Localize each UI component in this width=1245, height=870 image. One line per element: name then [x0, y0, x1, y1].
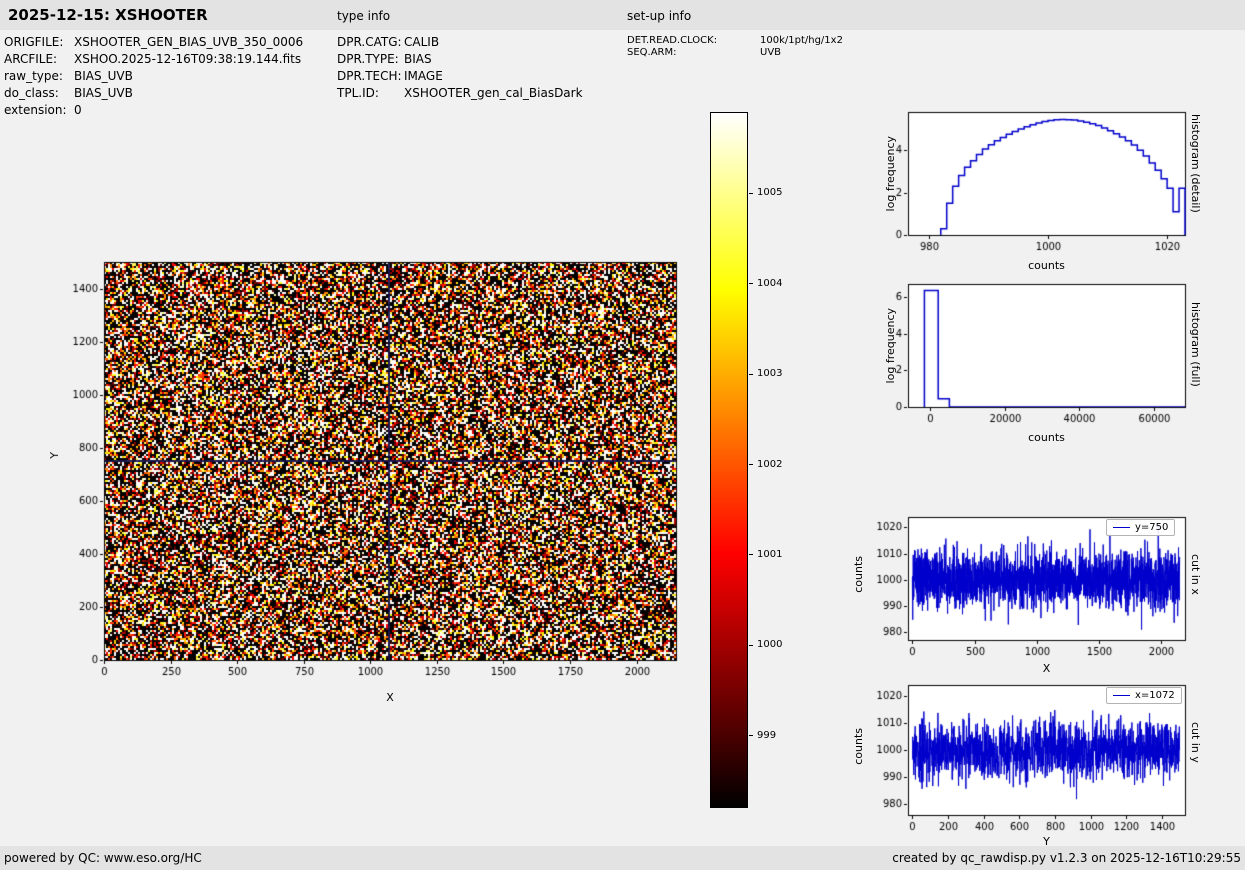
colorbar-tick-label: 1005: [757, 186, 782, 200]
type-info-row: DPR.TECH:IMAGE: [337, 68, 583, 85]
field-value: 0: [74, 103, 82, 117]
field-value: BIAS_UVB: [74, 86, 133, 100]
colorbar-tick: [749, 554, 753, 555]
type-info-row: DPR.CATG:CALIB: [337, 34, 583, 51]
qc-report-page: 2025-12-15: XSHOOTER type info set-up in…: [0, 0, 1245, 870]
cut-in-y-y-label: counts: [852, 728, 865, 765]
field-value: XSHOOTER_gen_cal_BiasDark: [404, 86, 583, 100]
field-value: BIAS: [404, 52, 432, 66]
colorbar-tick: [749, 283, 753, 284]
field-label: DPR.TECH:: [337, 68, 404, 85]
bias-y-axis-label: Y: [48, 452, 61, 459]
histogram-detail-y-label: log frequency: [884, 136, 897, 211]
histogram-full-side-title: histogram (full): [1189, 302, 1202, 387]
histogram-detail-side-title: histogram (detail): [1189, 114, 1202, 213]
field-label: SEQ.ARM:: [627, 47, 760, 59]
colorbar-tick: [749, 645, 753, 646]
type-info-block: DPR.CATG:CALIB DPR.TYPE:BIAS DPR.TECH:IM…: [337, 34, 583, 102]
field-label: do_class:: [4, 85, 74, 102]
setup-info-row: SEQ.ARM:UVB: [627, 47, 843, 59]
histogram-full-y-label: log frequency: [884, 308, 897, 383]
bias-image-canvas: [40, 252, 690, 692]
field-value: IMAGE: [404, 69, 443, 83]
legend-line-sample: [1113, 695, 1130, 696]
field-label: raw_type:: [4, 68, 74, 85]
footer-left-text: powered by QC: www.eso.org/HC: [4, 851, 202, 865]
cut-in-x-side-title: cut in x: [1189, 554, 1202, 595]
histogram-full-canvas: [870, 272, 1200, 442]
field-label: ARCFILE:: [4, 51, 74, 68]
colorbar-tick: [749, 464, 753, 465]
histogram-detail-x-label: counts: [908, 259, 1185, 272]
field-value: UVB: [760, 47, 781, 58]
cut-in-y-legend: x=1072: [1106, 687, 1182, 704]
colorbar-tick: [749, 374, 753, 375]
page-title: 2025-12-15: XSHOOTER: [8, 6, 208, 24]
setup-info-header: set-up info: [627, 9, 691, 23]
type-info-header: type info: [337, 9, 390, 23]
legend-label: y=750: [1135, 522, 1168, 533]
field-value: XSHOO.2025-12-16T09:38:19.144.fits: [74, 52, 301, 66]
field-label: ORIGFILE:: [4, 34, 74, 51]
cut-in-x-legend: y=750: [1106, 519, 1175, 536]
type-info-row: DPR.TYPE:BIAS: [337, 51, 583, 68]
field-label: DPR.TYPE:: [337, 51, 404, 68]
colorbar: [710, 112, 748, 808]
colorbar-tick-label: 1004: [757, 277, 782, 291]
setup-info-row: DET.READ.CLOCK:100k/1pt/hg/1x2: [627, 35, 843, 47]
colorbar-tick-label: 1001: [757, 548, 782, 562]
colorbar-tick-label: 1002: [757, 458, 782, 472]
setup-info-block: DET.READ.CLOCK:100k/1pt/hg/1x2 SEQ.ARM:U…: [627, 35, 843, 59]
field-value: 100k/1pt/hg/1x2: [760, 35, 843, 46]
type-info-row: TPL.ID:XSHOOTER_gen_cal_BiasDark: [337, 85, 583, 102]
file-info-row: raw_type:BIAS_UVB: [4, 68, 303, 85]
footer-right-text: created by qc_rawdisp.py v1.2.3 on 2025-…: [892, 851, 1241, 865]
field-value: XSHOOTER_GEN_BIAS_UVB_350_0006: [74, 35, 303, 49]
file-info-block: ORIGFILE:XSHOOTER_GEN_BIAS_UVB_350_0006 …: [4, 34, 303, 119]
file-info-row: do_class:BIAS_UVB: [4, 85, 303, 102]
field-value: CALIB: [404, 35, 439, 49]
field-label: TPL.ID:: [337, 85, 404, 102]
colorbar-tick-label: 1003: [757, 367, 782, 381]
legend-line-sample: [1113, 527, 1130, 528]
field-label: extension:: [4, 102, 74, 119]
header-bar: 2025-12-15: XSHOOTER type info set-up in…: [0, 0, 1245, 30]
colorbar-tick-area: 999 1000 1001 1002 1003 1004 1005: [749, 112, 809, 808]
histogram-full-x-label: counts: [908, 431, 1185, 444]
cut-in-y-side-title: cut in y: [1189, 722, 1202, 763]
cut-in-x-y-label: counts: [852, 556, 865, 593]
histogram-detail-canvas: [870, 100, 1200, 270]
bias-x-axis-label: X: [104, 691, 676, 704]
field-label: DET.READ.CLOCK:: [627, 35, 760, 47]
file-info-row: ARCFILE:XSHOO.2025-12-16T09:38:19.144.fi…: [4, 51, 303, 68]
file-info-row: ORIGFILE:XSHOOTER_GEN_BIAS_UVB_350_0006: [4, 34, 303, 51]
file-info-row: extension:0: [4, 102, 303, 119]
colorbar-tick: [749, 735, 753, 736]
legend-label: x=1072: [1135, 690, 1175, 701]
colorbar-tick-label: 1000: [757, 638, 782, 652]
colorbar-tick: [749, 193, 753, 194]
colorbar-tick-label: 999: [757, 729, 776, 743]
field-label: DPR.CATG:: [337, 34, 404, 51]
field-value: BIAS_UVB: [74, 69, 133, 83]
